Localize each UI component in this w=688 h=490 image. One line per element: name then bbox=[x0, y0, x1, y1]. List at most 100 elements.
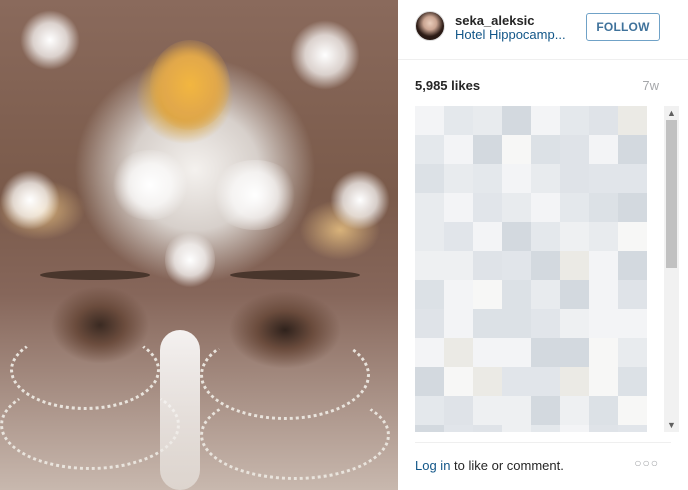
left-brow bbox=[40, 270, 150, 280]
pixel-block bbox=[531, 396, 560, 425]
pixel-block bbox=[531, 164, 560, 193]
comments-list-pixelated bbox=[415, 106, 663, 432]
pixel-block bbox=[531, 251, 560, 280]
pixel-block bbox=[415, 367, 444, 396]
sparkle bbox=[165, 230, 215, 290]
pixel-block bbox=[618, 309, 647, 338]
pixel-block bbox=[444, 251, 473, 280]
pixel-block bbox=[589, 222, 618, 251]
pixel-block bbox=[531, 338, 560, 367]
scroll-up-arrow-icon[interactable]: ▲ bbox=[664, 106, 679, 120]
pixel-block bbox=[589, 193, 618, 222]
pixel-block bbox=[415, 396, 444, 425]
pixel-block bbox=[618, 135, 647, 164]
pixel-block bbox=[473, 251, 502, 280]
pixel-block bbox=[502, 338, 531, 367]
jewel-chain bbox=[200, 390, 390, 480]
pixel-block bbox=[473, 135, 502, 164]
location-link[interactable]: Hotel Hippocamp... bbox=[455, 27, 566, 42]
more-options-icon[interactable]: ○○○ bbox=[634, 456, 659, 470]
pixel-block bbox=[444, 309, 473, 338]
pixel-block bbox=[502, 309, 531, 338]
pixel-block bbox=[589, 338, 618, 367]
pixel-block bbox=[560, 367, 589, 396]
pixel-block bbox=[589, 309, 618, 338]
pixel-block bbox=[502, 106, 531, 135]
pixel-block bbox=[444, 164, 473, 193]
comments-scrollbar[interactable]: ▲ ▼ bbox=[664, 106, 679, 432]
pixel-block bbox=[589, 164, 618, 193]
pixel-block bbox=[560, 338, 589, 367]
post-footer: Log in to like or comment. ○○○ bbox=[415, 442, 671, 482]
pixel-block bbox=[415, 280, 444, 309]
likes-count[interactable]: 5,985 likes bbox=[415, 78, 480, 93]
login-link[interactable]: Log in bbox=[415, 458, 450, 473]
pixel-block bbox=[473, 367, 502, 396]
pixel-block bbox=[415, 338, 444, 367]
pixel-block bbox=[502, 164, 531, 193]
pixel-block bbox=[473, 396, 502, 425]
pixel-block bbox=[444, 106, 473, 135]
pixel-block bbox=[560, 280, 589, 309]
avatar[interactable] bbox=[415, 11, 445, 41]
pixel-block bbox=[589, 367, 618, 396]
sparkle bbox=[0, 170, 60, 230]
scroll-down-arrow-icon[interactable]: ▼ bbox=[664, 418, 679, 432]
post-sidebar: seka_aleksic Hotel Hippocamp... FOLLOW 5… bbox=[398, 0, 688, 490]
pixel-block bbox=[415, 222, 444, 251]
pixel-block bbox=[531, 309, 560, 338]
sparkle bbox=[110, 150, 190, 220]
pixel-block bbox=[502, 396, 531, 425]
pixel-block bbox=[415, 309, 444, 338]
pixel-block bbox=[473, 164, 502, 193]
post-header: seka_aleksic Hotel Hippocamp... FOLLOW bbox=[398, 0, 688, 60]
pixel-block bbox=[618, 222, 647, 251]
pixel-block bbox=[618, 106, 647, 135]
login-prompt-text: to like or comment. bbox=[450, 458, 564, 473]
jewel-chain bbox=[0, 380, 180, 470]
pixel-block bbox=[531, 106, 560, 135]
pixel-block bbox=[473, 106, 502, 135]
pixel-block bbox=[444, 425, 473, 432]
pixel-block bbox=[560, 309, 589, 338]
pixel-block bbox=[589, 280, 618, 309]
pixel-block bbox=[560, 425, 589, 432]
sparkle bbox=[210, 160, 300, 230]
pixel-block bbox=[560, 222, 589, 251]
pixel-block bbox=[560, 164, 589, 193]
pixel-block bbox=[531, 280, 560, 309]
pixel-block bbox=[415, 425, 444, 432]
pixel-block bbox=[589, 251, 618, 280]
post-photo[interactable] bbox=[0, 0, 398, 490]
pixel-block bbox=[531, 222, 560, 251]
pixel-block bbox=[531, 193, 560, 222]
pixel-block bbox=[502, 425, 531, 432]
pixel-block bbox=[589, 425, 618, 432]
pixel-block bbox=[444, 396, 473, 425]
pixel-block bbox=[618, 367, 647, 396]
pixel-block bbox=[618, 338, 647, 367]
nose-piece bbox=[160, 330, 200, 490]
pixel-block bbox=[473, 425, 502, 432]
pixel-block bbox=[560, 396, 589, 425]
pixel-block bbox=[502, 367, 531, 396]
pixel-block bbox=[444, 280, 473, 309]
pixel-block bbox=[618, 251, 647, 280]
sparkle bbox=[20, 10, 80, 70]
sparkle bbox=[330, 170, 390, 230]
pixel-block bbox=[618, 425, 647, 432]
pixel-block bbox=[444, 367, 473, 396]
post-age[interactable]: 7w bbox=[642, 78, 659, 93]
pixel-block bbox=[618, 280, 647, 309]
username-link[interactable]: seka_aleksic bbox=[455, 13, 535, 28]
scrollbar-thumb[interactable] bbox=[666, 120, 677, 268]
sparkle bbox=[290, 20, 360, 90]
pixel-block bbox=[502, 251, 531, 280]
pixel-block bbox=[415, 135, 444, 164]
pixel-block bbox=[589, 135, 618, 164]
pixel-block bbox=[473, 280, 502, 309]
pixel-block bbox=[473, 338, 502, 367]
pixel-block bbox=[502, 193, 531, 222]
follow-button[interactable]: FOLLOW bbox=[586, 13, 660, 41]
pixel-block bbox=[444, 222, 473, 251]
